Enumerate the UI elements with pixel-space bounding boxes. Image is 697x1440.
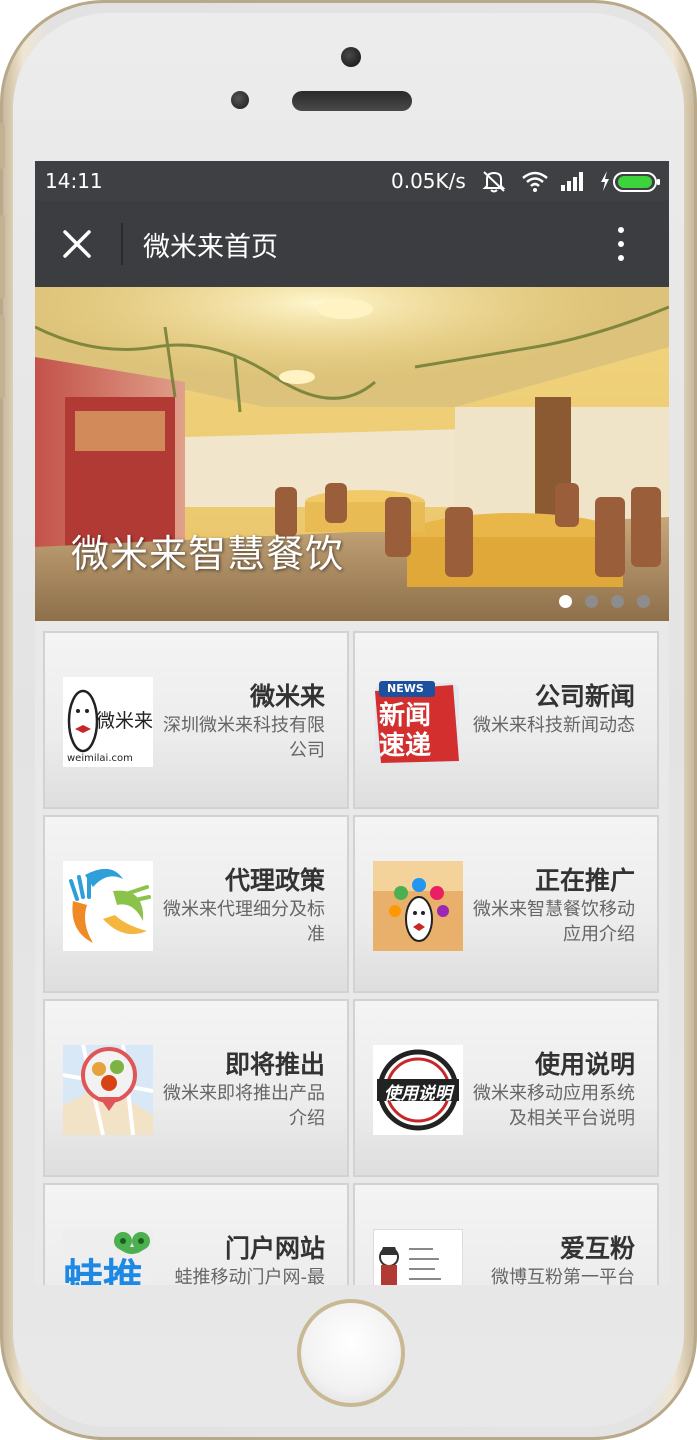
proximity-sensor [231,91,249,109]
tile-promoting[interactable]: 正在推广 微米来智慧餐饮移动应用介绍 [353,815,659,993]
tile-portal-site[interactable]: 蛙推 门户网站 蛙推移动门户网-最 [43,1183,349,1285]
mute-switch [0,123,5,169]
tile-description: 微米来代理细分及标准 [163,899,325,945]
phone-frame: 14:11 0.05K/s 微米来首页 微米来智慧餐饮 微米来 weimilai… [0,0,697,1440]
news-badge: NEWS [387,682,424,695]
tile-description: 微米来科技新闻动态 [473,715,635,736]
tile-description: 微博互粉第一平台 [491,1267,635,1285]
tile-description: 微米来智慧餐饮移动应用介绍 [473,899,635,945]
home-button[interactable] [297,1299,405,1407]
frog-logo-icon: 蛙推 [63,1229,153,1285]
tile-description: 微米来即将推出产品介绍 [163,1083,325,1129]
tile-company-news[interactable]: NEWS 新闻速递 公司新闻 微米来科技新闻动态 [353,631,659,809]
tile-title: 公司新闻 [534,682,635,711]
tile-title: 正在推广 [534,866,635,895]
tile-title: 使用说明 [534,1050,635,1079]
status-bar: 14:11 0.05K/s [35,161,669,201]
tile-aihufen[interactable]: 爱互粉 微博互粉第一平台 [353,1183,659,1285]
tile-description: 微米来移动应用系统及相关平台说明 [473,1083,635,1129]
status-time: 14:11 [45,169,103,193]
volume-down-button [0,315,5,399]
tile-title: 即将推出 [224,1050,325,1079]
nav-divider [121,223,123,265]
banner-caption: 微米来智慧餐饮 [71,532,345,576]
carousel-dot-3[interactable] [611,595,624,608]
screen: 14:11 0.05K/s 微米来首页 微米来智慧餐饮 微米来 weimilai… [35,161,669,1285]
hands-icon [63,861,153,951]
close-icon[interactable] [57,224,97,264]
charging-icon [601,171,609,191]
nav-bar: 微米来首页 [35,201,669,287]
map-pin-food-icon [63,1045,153,1135]
mute-icon [482,171,506,193]
news-icon: NEWS 新闻速递 [373,677,463,767]
carousel-dot-4[interactable] [637,595,650,608]
earpiece-speaker [292,91,412,111]
battery-icon [613,172,660,192]
tile-title: 微米来 [249,682,325,711]
logo-text: weimilai.com [67,753,133,764]
promotion-icon [373,861,463,951]
logo-text: 新闻速递 [379,701,432,761]
volume-up-button [0,215,5,299]
wifi-icon [522,171,548,192]
weimilai-logo-icon: 微米来 weimilai.com [63,677,153,767]
tile-title: 代理政策 [224,866,325,895]
tile-title: 爱互粉 [559,1234,635,1263]
tile-description: 深圳微米来科技有限公司 [163,715,325,761]
aihufen-icon [373,1229,463,1285]
carousel-dot-2[interactable] [585,595,598,608]
signal-icon [561,172,583,191]
tile-user-manual[interactable]: 使用说明 使用说明 微米来移动应用系统及相关平台说明 [353,999,659,1177]
banner-carousel[interactable]: 微米来智慧餐饮 [35,287,669,621]
tile-agency-policy[interactable]: 代理政策 微米来代理细分及标准 [43,815,349,993]
tile-coming-soon[interactable]: 即将推出 微米来即将推出产品介绍 [43,999,349,1177]
tile-description: 蛙推移动门户网-最 [174,1267,326,1285]
page-title: 微米来首页 [143,232,278,263]
carousel-dot-1[interactable] [559,595,572,608]
more-vertical-icon[interactable] [609,223,633,265]
front-camera [341,47,361,67]
tile-title: 门户网站 [224,1234,325,1263]
logo-text: 蛙推 [63,1256,143,1285]
network-speed: 0.05K/s [391,169,466,193]
logo-text: 使用说明 [384,1084,452,1104]
svg-text:微米来: 微米来 [96,710,153,732]
tile-weimilai[interactable]: 微米来 weimilai.com 微米来 深圳微米来科技有限公司 [43,631,349,809]
manual-stamp-icon: 使用说明 [373,1045,463,1135]
